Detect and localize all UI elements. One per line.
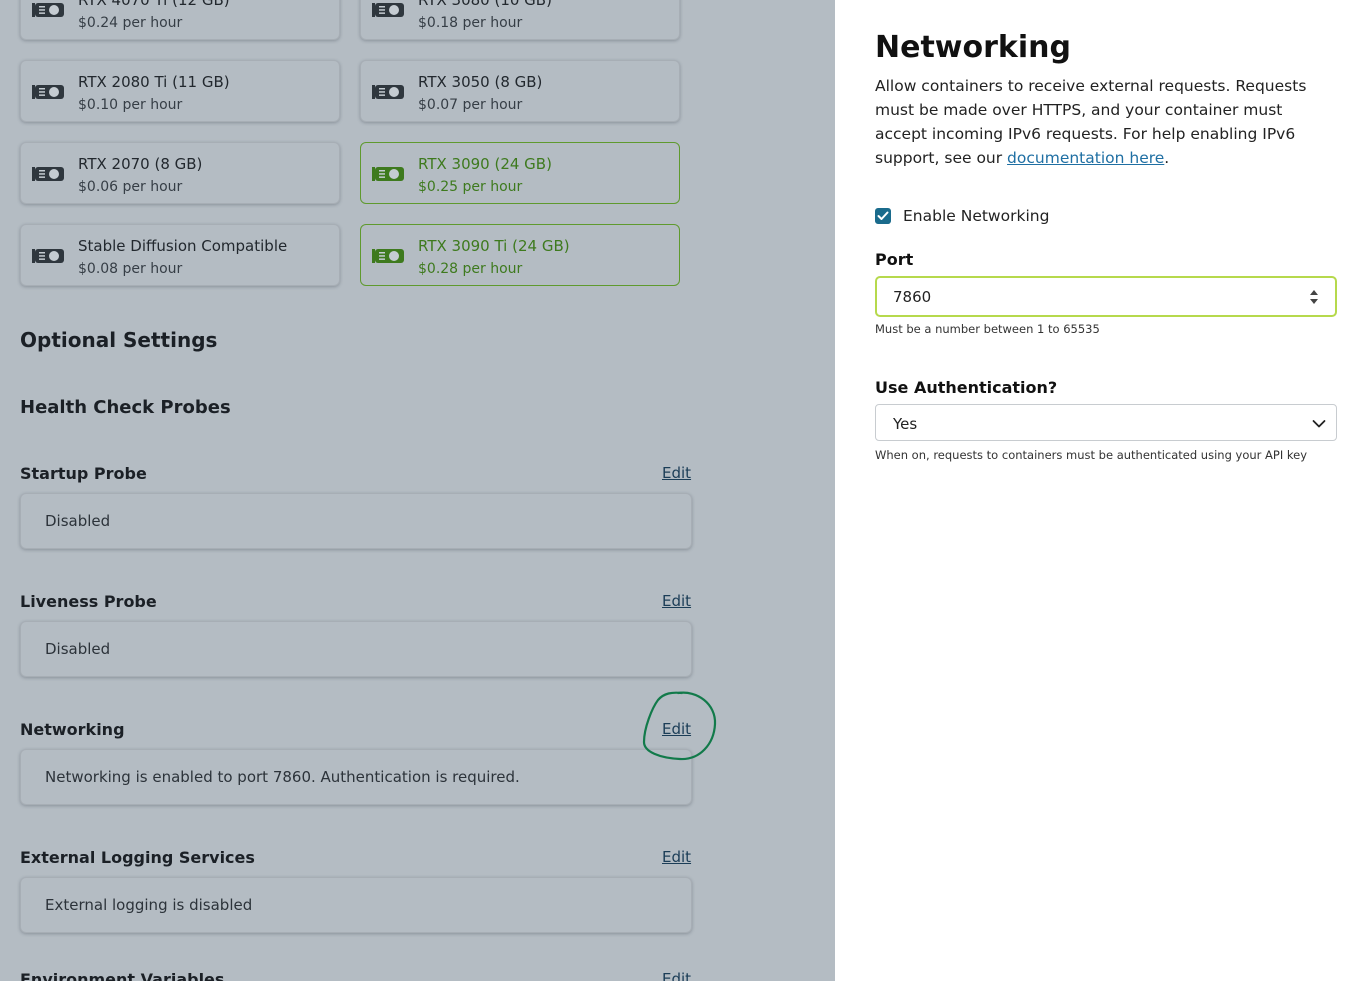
gpu-card-rtx-3050[interactable]: RTX 3050 (8 GB) $0.07 per hour	[360, 60, 680, 122]
chevron-down-icon[interactable]	[1312, 419, 1326, 429]
networking-value: Networking is enabled to port 7860. Auth…	[45, 768, 520, 786]
optional-settings-heading: Optional Settings	[20, 328, 218, 352]
liveness-probe-edit-link[interactable]: Edit	[662, 592, 691, 610]
health-check-probes-heading: Health Check Probes	[20, 397, 231, 418]
gpu-price: $0.08 per hour	[78, 261, 183, 277]
port-value[interactable]: 7860	[893, 288, 931, 306]
external-logging-edit-link[interactable]: Edit	[662, 848, 691, 866]
gpu-name: RTX 2070 (8 GB)	[78, 155, 203, 173]
authentication-label: Use Authentication?	[875, 378, 1058, 397]
gpu-card-rtx-3080[interactable]: RTX 3080 (10 GB) $0.18 per hour	[360, 0, 680, 40]
external-logging-value: External logging is disabled	[45, 896, 253, 914]
gpu-icon	[32, 167, 64, 181]
port-label: Port	[875, 250, 914, 269]
gpu-icon	[32, 85, 64, 99]
gpu-icon	[372, 85, 404, 99]
gpu-icon	[32, 249, 64, 263]
environment-variables-label: Environment Variables	[20, 970, 225, 981]
authentication-hint: When on, requests to containers must be …	[875, 448, 1308, 462]
startup-probe-summary: Disabled	[20, 493, 692, 549]
documentation-link[interactable]: documentation here	[1007, 149, 1164, 167]
networking-summary: Networking is enabled to port 7860. Auth…	[20, 749, 692, 805]
liveness-probe-value: Disabled	[45, 640, 111, 658]
gpu-name: RTX 3050 (8 GB)	[418, 73, 543, 91]
gpu-icon	[32, 3, 64, 17]
port-input[interactable]: 7860	[875, 276, 1337, 317]
gpu-card-rtx-3090[interactable]: RTX 3090 (24 GB) $0.25 per hour	[360, 142, 680, 204]
gpu-price: $0.25 per hour	[418, 179, 523, 195]
gpu-name: RTX 3080 (10 GB)	[418, 0, 552, 9]
gpu-name: RTX 4070 Ti (12 GB)	[78, 0, 230, 9]
gpu-icon	[372, 249, 404, 263]
gpu-name: Stable Diffusion Compatible	[78, 237, 288, 255]
drawer-description: Allow containers to receive external req…	[875, 74, 1335, 170]
gpu-price: $0.06 per hour	[78, 179, 183, 195]
gpu-name: RTX 2080 Ti (11 GB)	[78, 73, 230, 91]
number-stepper-icon[interactable]	[1309, 288, 1319, 306]
authentication-select[interactable]: Yes	[875, 404, 1337, 441]
gpu-card-rtx-3090-ti[interactable]: RTX 3090 Ti (24 GB) $0.28 per hour	[360, 224, 680, 286]
gpu-card-rtx-4070-ti[interactable]: RTX 4070 Ti (12 GB) $0.24 per hour	[20, 0, 340, 40]
enable-networking-label[interactable]: Enable Networking	[903, 207, 1049, 225]
networking-label: Networking	[20, 720, 125, 739]
gpu-name: RTX 3090 (24 GB)	[418, 155, 552, 173]
gpu-card-stable-diffusion-compatible[interactable]: Stable Diffusion Compatible $0.08 per ho…	[20, 224, 340, 286]
description-end: .	[1164, 149, 1170, 167]
authentication-value[interactable]: Yes	[893, 415, 917, 433]
environment-variables-edit-link[interactable]: Edit	[662, 970, 691, 981]
gpu-price: $0.24 per hour	[78, 15, 183, 31]
main-content-dimmed: RTX 4070 Ti (12 GB) $0.24 per hour RTX 3…	[0, 0, 835, 981]
port-hint: Must be a number between 1 to 65535	[875, 322, 1100, 336]
external-logging-label: External Logging Services	[20, 848, 255, 867]
gpu-price: $0.10 per hour	[78, 97, 183, 113]
gpu-icon	[372, 167, 404, 181]
gpu-price: $0.07 per hour	[418, 97, 523, 113]
startup-probe-edit-link[interactable]: Edit	[662, 464, 691, 482]
enable-networking-checkbox[interactable]	[875, 208, 891, 224]
startup-probe-value: Disabled	[45, 512, 111, 530]
enable-networking-row[interactable]: Enable Networking	[875, 206, 1049, 226]
gpu-icon	[372, 3, 404, 17]
gpu-name: RTX 3090 Ti (24 GB)	[418, 237, 570, 255]
annotation-circle	[642, 691, 717, 761]
networking-drawer: Networking Allow containers to receive e…	[835, 0, 1368, 981]
liveness-probe-summary: Disabled	[20, 621, 692, 677]
liveness-probe-label: Liveness Probe	[20, 592, 157, 611]
gpu-card-rtx-2070[interactable]: RTX 2070 (8 GB) $0.06 per hour	[20, 142, 340, 204]
gpu-price: $0.28 per hour	[418, 261, 523, 277]
gpu-price: $0.18 per hour	[418, 15, 523, 31]
startup-probe-label: Startup Probe	[20, 464, 147, 483]
check-icon	[877, 211, 889, 220]
gpu-card-rtx-2080-ti[interactable]: RTX 2080 Ti (11 GB) $0.10 per hour	[20, 60, 340, 122]
drawer-title: Networking	[875, 30, 1071, 65]
external-logging-summary: External logging is disabled	[20, 877, 692, 933]
